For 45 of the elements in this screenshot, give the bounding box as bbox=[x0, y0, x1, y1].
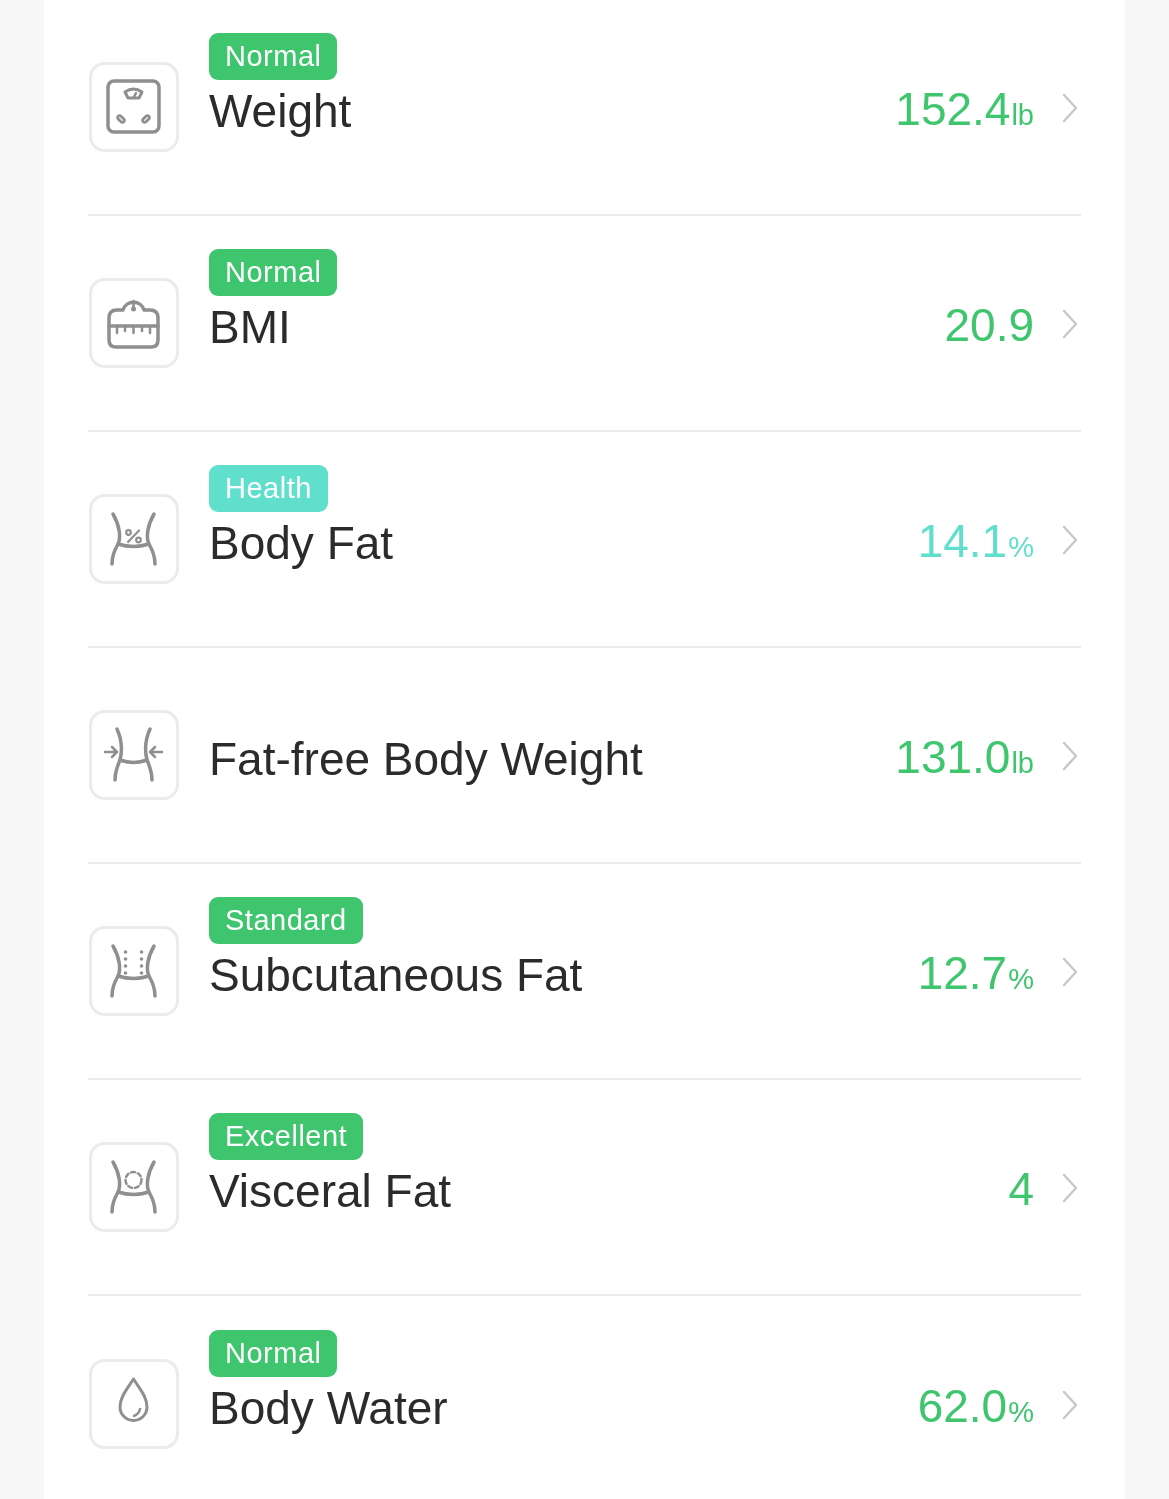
chevron-icon bbox=[1061, 524, 1079, 556]
chevron-icon bbox=[1061, 1172, 1079, 1204]
waist-dots-icon bbox=[89, 926, 179, 1016]
status-badge: Health bbox=[209, 465, 328, 512]
chevron-icon bbox=[1061, 1388, 1079, 1421]
scale-icon bbox=[89, 62, 179, 152]
chevron-icon bbox=[1061, 308, 1079, 340]
metric-value: 131.0 bbox=[895, 734, 1011, 780]
status-badge: Normal bbox=[209, 1329, 338, 1377]
metric-value: 14.1 bbox=[917, 518, 1008, 564]
metric-value: 12.7 bbox=[917, 950, 1008, 996]
metric-name: BMI bbox=[209, 300, 291, 354]
metric-row[interactable]: Standard Subcutaneous Fat 12.7% bbox=[88, 864, 1081, 1080]
metric-row[interactable]: Health Body Fat 14.1% bbox=[88, 432, 1081, 648]
metric-name: Weight bbox=[209, 84, 352, 138]
unit-label: % bbox=[1008, 965, 1034, 994]
water-drop-icon bbox=[89, 1358, 179, 1449]
status-badge: Normal bbox=[209, 33, 338, 80]
metric-name: Visceral Fat bbox=[209, 1164, 452, 1218]
chevron-icon bbox=[1061, 92, 1079, 124]
metric-name: Fat-free Body Weight bbox=[209, 732, 643, 786]
metric-value: 20.9 bbox=[944, 302, 1034, 348]
scale-dial-icon bbox=[89, 278, 179, 368]
metric-row[interactable]: Normal BMI 20.9 bbox=[88, 216, 1081, 432]
metric-name: Body Water bbox=[209, 1380, 448, 1435]
metric-value: 62.0 bbox=[917, 1382, 1008, 1429]
unit-label: lb bbox=[1011, 749, 1034, 778]
metric-name: Subcutaneous Fat bbox=[209, 948, 583, 1002]
status-badge: Standard bbox=[209, 897, 363, 944]
waist-percent-icon bbox=[89, 494, 179, 584]
metric-value: 152.4 bbox=[895, 86, 1011, 132]
status-badge: Normal bbox=[209, 249, 338, 296]
metric-row[interactable]: Normal Body Water 62.0% bbox=[88, 1296, 1081, 1499]
metric-value: 4 bbox=[1008, 1166, 1034, 1212]
unit-label: % bbox=[1008, 1397, 1034, 1427]
metric-row[interactable]: Normal Weight 152.4lb bbox=[88, 0, 1081, 216]
unit-label: lb bbox=[1011, 101, 1034, 130]
waist-arrows-icon bbox=[89, 710, 179, 800]
chevron-icon bbox=[1061, 956, 1079, 988]
status-badge: Excellent bbox=[209, 1113, 364, 1160]
metric-row[interactable]: Fat-free Body Weight 131.0lb bbox=[88, 648, 1081, 864]
unit-label: % bbox=[1008, 533, 1034, 562]
metric-row[interactable]: Excellent Visceral Fat 4 bbox=[88, 1080, 1081, 1296]
metric-name: Body Fat bbox=[209, 516, 394, 570]
chevron-icon bbox=[1061, 740, 1079, 772]
